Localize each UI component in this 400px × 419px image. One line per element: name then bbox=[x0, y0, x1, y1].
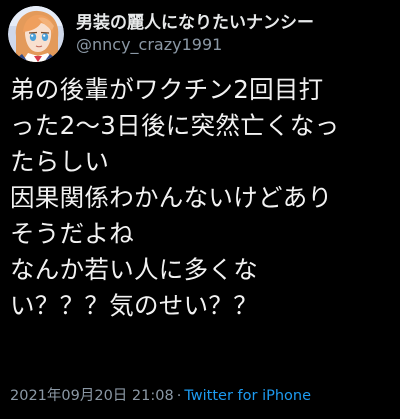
meta-separator: · bbox=[176, 388, 182, 404]
tweet-client-link[interactable]: Twitter for iPhone bbox=[184, 385, 311, 407]
author-handle[interactable]: @nncy_crazy1991 bbox=[76, 34, 314, 56]
tweet-header: 男装の麗人になりたいナンシー @nncy_crazy1991 bbox=[8, 6, 314, 62]
author-names: 男装の麗人になりたいナンシー @nncy_crazy1991 bbox=[76, 12, 314, 56]
tweet-timestamp[interactable]: 2021年09月20日 21:08 bbox=[10, 385, 174, 407]
tweet-text-line: たらしい bbox=[10, 147, 110, 176]
tweet-text-line: 因果関係わかんないけどあり bbox=[10, 183, 333, 212]
tweet-text-line: った2〜3日後に突然亡くなっ bbox=[10, 111, 340, 140]
tweet-meta: 2021年09月20日 21:08 · Twitter for iPhone bbox=[10, 385, 311, 407]
tweet-card: 男装の麗人になりたいナンシー @nncy_crazy1991 弟の後輩がワクチン… bbox=[0, 0, 400, 419]
tweet-text-line: 弟の後輩がワクチン2回目打 bbox=[10, 75, 324, 104]
tweet-text-line: なんか若い人に多くな bbox=[10, 255, 258, 284]
avatar[interactable] bbox=[8, 6, 64, 62]
tweet-text-line: そうだよね bbox=[10, 219, 134, 248]
tweet-text-line: い？？？気のせい？？ bbox=[10, 291, 258, 320]
anime-character-avatar-icon bbox=[8, 6, 64, 62]
author-display-name[interactable]: 男装の麗人になりたいナンシー bbox=[76, 12, 314, 34]
tweet-text: 弟の後輩がワクチン2回目打 った2〜3日後に突然亡くなっ たらしい 因果関係わか… bbox=[10, 72, 394, 324]
